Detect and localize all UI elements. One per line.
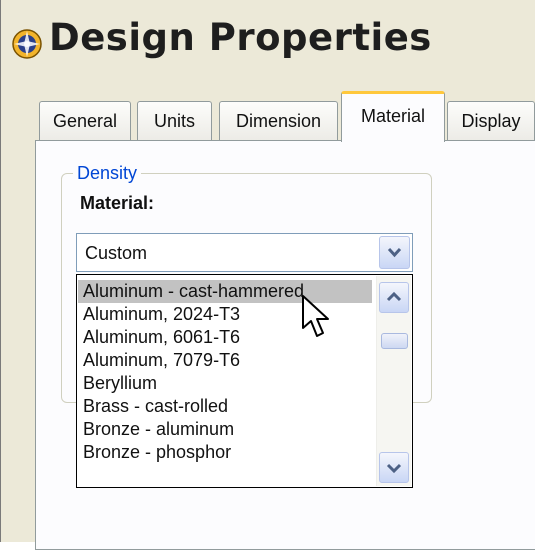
list-item[interactable]: Aluminum, 7079-T6 — [83, 349, 240, 372]
list-item-label: Aluminum, 6061-T6 — [83, 327, 241, 347]
tab-label: Material — [360, 106, 426, 126]
tab-units[interactable]: Units — [137, 101, 212, 141]
list-item-label: Brass - cast-rolled — [83, 396, 229, 416]
app-logo-icon — [11, 28, 43, 60]
list-item-label: Bronze - aluminum — [83, 419, 235, 439]
list-item-label: Aluminum, 7079-T6 — [83, 350, 241, 370]
material-combobox-value: Custom — [85, 243, 148, 263]
mouse-pointer-icon — [301, 294, 333, 340]
list-scrollbar[interactable] — [376, 276, 411, 486]
list-item-label: Aluminum - cast-hammered — [83, 281, 305, 301]
list-item-label: Bronze - phosphor — [83, 442, 232, 462]
chevron-up-icon — [386, 291, 402, 302]
material-combobox[interactable]: Custom — [76, 233, 413, 272]
scroll-thumb[interactable] — [381, 333, 408, 349]
list-item[interactable]: Brass - cast-rolled — [83, 395, 228, 418]
design-properties-window: Design Properties General Units Dimensio… — [0, 0, 535, 550]
tab-material[interactable]: Material — [341, 91, 445, 142]
material-label: Material: — [80, 193, 155, 213]
tab-label: Display — [461, 111, 521, 131]
list-item[interactable]: Bronze - phosphor — [83, 441, 231, 464]
title-bar: Design Properties — [1, 0, 535, 86]
list-item[interactable]: Beryllium — [83, 372, 157, 395]
tab-dimension[interactable]: Dimension — [219, 101, 338, 141]
tab-label: General — [52, 111, 118, 131]
list-item[interactable]: Aluminum, 2024-T3 — [83, 303, 240, 326]
chevron-down-icon — [387, 247, 402, 258]
list-item-label: Beryllium — [83, 373, 158, 393]
chevron-down-icon — [386, 463, 402, 474]
tab-general[interactable]: General — [39, 101, 131, 141]
list-item[interactable]: Bronze - aluminum — [83, 418, 234, 441]
window-title: Design Properties — [49, 16, 432, 59]
list-item-label: Aluminum, 2024-T3 — [83, 304, 241, 324]
material-dropdown-list[interactable]: Aluminum - cast-hammered Aluminum, 2024-… — [76, 274, 413, 488]
scroll-up-button[interactable] — [379, 282, 409, 313]
tab-label: Units — [153, 111, 195, 131]
tab-label: Dimension — [235, 111, 322, 131]
scroll-down-button[interactable] — [379, 452, 409, 483]
tab-display[interactable]: Display — [447, 101, 535, 141]
density-group-label: Density — [73, 163, 142, 184]
list-item[interactable]: Aluminum, 6061-T6 — [83, 326, 240, 349]
combobox-dropdown-button[interactable] — [379, 236, 410, 269]
